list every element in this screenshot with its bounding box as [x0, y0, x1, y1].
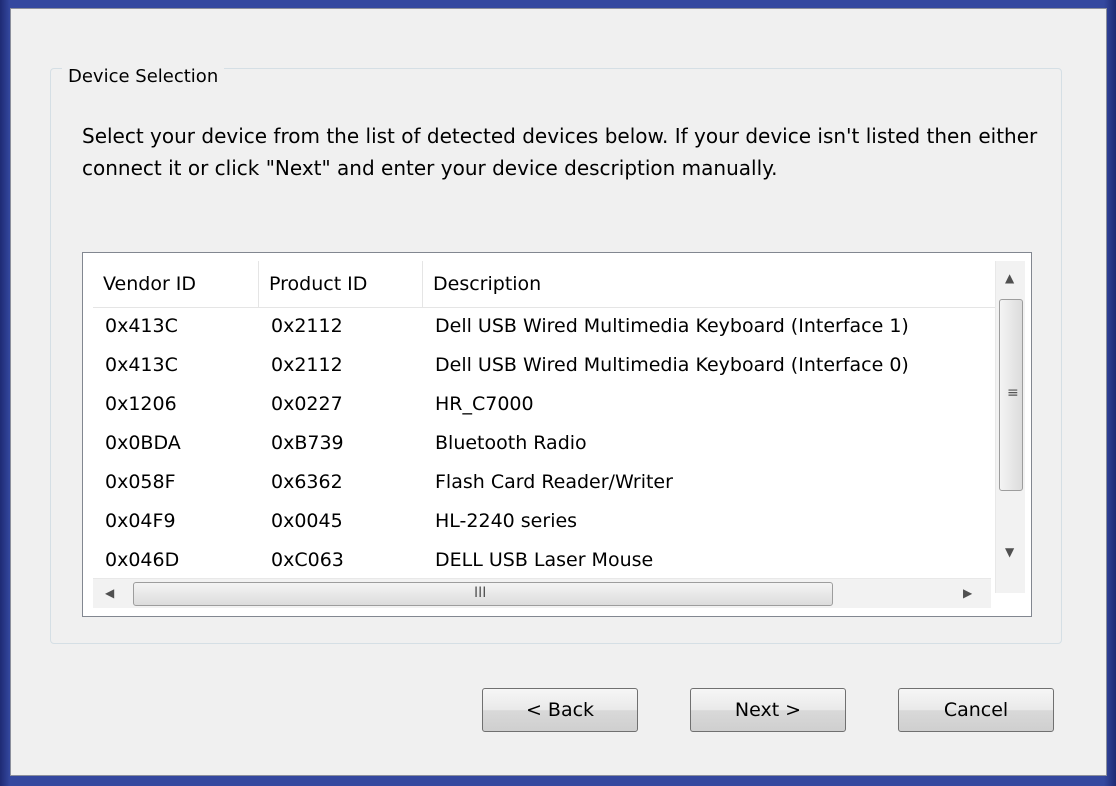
vendor-id-cell: 0x413C [105, 354, 178, 376]
description-cell: Dell USB Wired Multimedia Keyboard (Inte… [435, 354, 909, 376]
description-cell: Flash Card Reader/Writer [435, 471, 673, 493]
scroll-right-arrow-icon[interactable]: ▶ [963, 586, 972, 600]
column-header-vendor-id[interactable]: Vendor ID [93, 261, 259, 307]
vendor-id-cell: 0x0BDA [105, 432, 181, 454]
vendor-id-cell: 0x413C [105, 315, 178, 337]
column-header-product-id[interactable]: Product ID [259, 261, 423, 307]
vendor-id-cell: 0x058F [105, 471, 176, 493]
vendor-id-cell: 0x1206 [105, 393, 177, 415]
product-id-cell: 0xB739 [271, 432, 344, 454]
description-cell: HL-2240 series [435, 510, 578, 532]
device-list[interactable]: Vendor ID Product ID Description 0x413C … [82, 252, 1032, 617]
group-title: Device Selection [62, 66, 225, 88]
product-id-cell: 0xC063 [271, 549, 344, 571]
scroll-up-arrow-icon[interactable]: ▲ [1005, 271, 1014, 285]
scroll-left-arrow-icon[interactable]: ◀ [105, 586, 114, 600]
grip-icon: III [474, 585, 487, 601]
column-header-description[interactable]: Description [423, 261, 1003, 307]
table-row[interactable]: 0x04F9 0x0045 HL-2240 series [93, 502, 1003, 541]
horizontal-scrollbar[interactable]: ◀ III ▶ [93, 578, 991, 608]
instructions-text: Select your device from the list of dete… [82, 124, 1038, 180]
vertical-scrollbar[interactable]: ▲ ≡ ▼ [995, 261, 1025, 593]
vendor-id-cell: 0x046D [105, 549, 180, 571]
list-header: Vendor ID Product ID Description [93, 261, 1003, 308]
table-row[interactable]: 0x413C 0x2112 Dell USB Wired Multimedia … [93, 346, 1003, 385]
table-row[interactable]: 0x1206 0x0227 HR_C7000 [93, 385, 1003, 424]
product-id-cell: 0x0227 [271, 393, 343, 415]
description-cell: DELL USB Laser Mouse [435, 549, 654, 571]
description-cell: Bluetooth Radio [435, 432, 587, 454]
product-id-cell: 0x2112 [271, 354, 343, 376]
back-button[interactable]: < Back [482, 688, 638, 732]
cancel-button[interactable]: Cancel [898, 688, 1054, 732]
list-rows: 0x413C 0x2112 Dell USB Wired Multimedia … [93, 307, 1003, 580]
scroll-down-arrow-icon[interactable]: ▼ [1005, 545, 1014, 559]
product-id-cell: 0x0045 [271, 510, 343, 532]
table-row[interactable]: 0x046D 0xC063 DELL USB Laser Mouse [93, 541, 1003, 580]
description-cell: Dell USB Wired Multimedia Keyboard (Inte… [435, 315, 909, 337]
product-id-cell: 0x6362 [271, 471, 343, 493]
vendor-id-cell: 0x04F9 [105, 510, 176, 532]
table-row[interactable]: 0x413C 0x2112 Dell USB Wired Multimedia … [93, 307, 1003, 346]
grip-icon: ≡ [1007, 385, 1019, 401]
next-button[interactable]: Next > [690, 688, 846, 732]
vertical-scroll-thumb[interactable]: ≡ [999, 299, 1023, 491]
product-id-cell: 0x2112 [271, 315, 343, 337]
horizontal-scroll-thumb[interactable]: III [133, 582, 833, 606]
table-row[interactable]: 0x058F 0x6362 Flash Card Reader/Writer [93, 463, 1003, 502]
table-row[interactable]: 0x0BDA 0xB739 Bluetooth Radio [93, 424, 1003, 463]
description-cell: HR_C7000 [435, 393, 534, 415]
